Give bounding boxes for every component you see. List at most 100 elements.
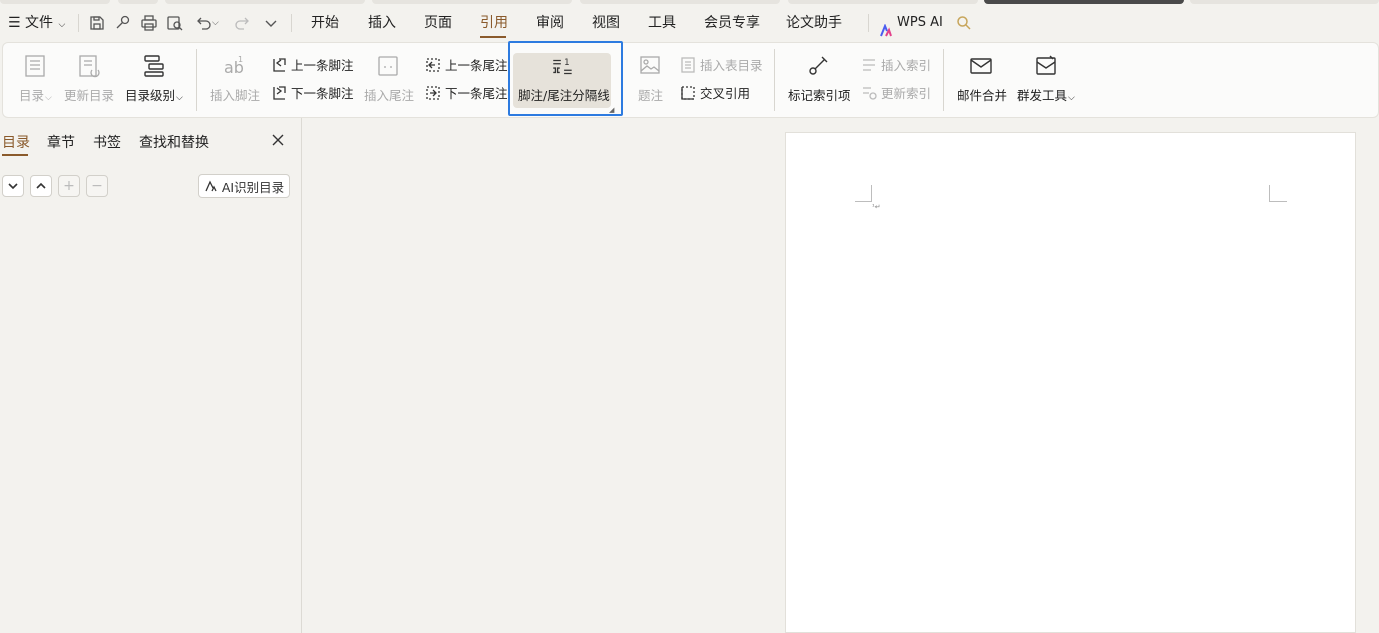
menu-bar: ☰ 文件 ⌵ ⌵ 开始 插入 页面 引用 审阅 视图 工具 会员专享 论文助手 … [0,4,1379,42]
paragraph-mark: ¹↵ [872,203,881,211]
insert-index-icon [860,56,878,74]
redo-icon[interactable] [234,14,252,32]
divider [196,49,197,111]
nav-tab-chapters[interactable]: 章节 [47,132,75,152]
file-menu[interactable]: ☰ 文件 ⌵ [8,4,65,42]
toc-level-icon [141,53,167,79]
insert-footnote-button[interactable]: 插入脚注 [210,85,260,104]
divider [774,49,775,111]
plus-icon: + [63,178,75,194]
active-tab-underline [480,36,506,38]
tab-review[interactable]: 审阅 [536,4,564,42]
update-toc-icon [76,53,102,79]
mail-merge-button[interactable]: 邮件合并 [957,85,1007,104]
next-footnote-label: 下一条脚注 [291,86,354,101]
next-footnote-icon [270,84,288,102]
update-index-label: 更新索引 [881,86,932,101]
tab-insert[interactable]: 插入 [368,4,396,42]
update-index-icon [860,84,878,102]
format-painter-icon[interactable] [114,14,132,32]
mail-merge-icon [968,53,994,79]
cross-reference-icon [679,84,697,102]
print-preview-icon[interactable] [166,14,184,32]
customize-chevron-icon[interactable] [262,14,280,32]
insert-footnote-icon: ab 1 [221,53,247,79]
undo-icon[interactable] [194,14,212,32]
minus-icon: − [91,178,103,194]
nav-tab-find-replace[interactable]: 查找和替换 [139,132,209,152]
file-menu-label: 文件 [25,15,54,31]
footnote-separator-button[interactable]: 脚注/尾注分隔线 [518,85,610,104]
save-icon[interactable] [88,14,106,32]
collapse-down-button[interactable] [2,175,24,197]
margin-corner-top-left [855,185,872,202]
mark-index-button[interactable]: 标记索引项 [788,85,851,104]
ribbon-toolbar [2,42,1379,118]
remove-heading-button[interactable]: − [86,175,108,197]
nav-tab-toc[interactable]: 目录 [2,132,30,152]
add-heading-button[interactable]: + [58,175,80,197]
bulk-send-button[interactable]: 群发工具⌵ [1017,85,1075,104]
nav-tab-bookmarks[interactable]: 书签 [93,132,121,152]
next-endnote-icon [424,84,442,102]
wps-ai-label: WPS AI [897,15,943,30]
divider [943,49,944,111]
next-footnote-button[interactable]: 下一条脚注 [270,83,354,102]
toc-button[interactable]: 目录⌵ [19,85,52,104]
toc-level-button[interactable]: 目录级别⌵ [125,85,183,104]
tab-tools[interactable]: 工具 [648,4,676,42]
caption-button[interactable]: 题注 [638,85,663,104]
next-endnote-label: 下一条尾注 [445,86,508,101]
update-toc-button[interactable]: 更新目录 [64,85,114,104]
dialog-launcher-icon[interactable]: ◢ [609,106,614,114]
nav-tab-underline [2,154,28,156]
chevron-down-icon [8,183,18,190]
divider [868,14,869,32]
prev-footnote-button[interactable]: 上一条脚注 [270,55,354,74]
prev-footnote-label: 上一条脚注 [291,58,354,73]
insert-table-toc-button[interactable]: 插入表目录 [679,55,763,74]
ai-icon [204,179,218,193]
margin-corner-top-right [1269,185,1287,202]
wps-ai-button[interactable]: WPS AI [879,4,943,42]
cross-reference-button[interactable]: 交叉引用 [679,83,750,102]
next-endnote-button[interactable]: 下一条尾注 [424,83,508,102]
document-page[interactable]: ¹↵ [785,132,1356,633]
chevron-up-icon [36,182,46,189]
insert-index-button[interactable]: 插入索引 [860,55,931,74]
wps-ai-logo-icon [879,16,893,36]
tab-member[interactable]: 会员专享 [704,4,760,42]
tab-page[interactable]: 页面 [424,4,452,42]
tab-thesis-assistant[interactable]: 论文助手 [786,4,842,42]
update-index-button[interactable]: 更新索引 [860,83,931,102]
cross-reference-label: 交叉引用 [700,86,751,101]
insert-endnote-icon [375,53,401,79]
print-icon[interactable] [140,14,158,32]
table-toc-icon [679,56,697,74]
chevron-down-icon: ⌵ [58,20,66,30]
insert-index-label: 插入索引 [881,58,932,73]
navigation-pane: 目录 章节 书签 查找和替换 + − AI识别目录 [0,118,302,633]
bulk-send-icon [1033,53,1059,79]
footnote-separator-icon: 1 [550,54,574,78]
ai-recognize-toc-label: AI识别目录 [221,179,285,195]
svg-text:1: 1 [238,55,243,64]
tab-view[interactable]: 视图 [592,4,620,42]
prev-footnote-icon [270,56,288,74]
collapse-up-button[interactable] [30,175,52,197]
caption-icon [637,53,663,79]
prev-endnote-icon [424,56,442,74]
hamburger-icon: ☰ [8,15,21,31]
svg-text:1: 1 [564,58,570,68]
prev-endnote-button[interactable]: 上一条尾注 [424,55,508,74]
ai-recognize-toc-button[interactable]: AI识别目录 [198,174,290,198]
close-icon[interactable] [270,132,286,148]
toc-icon [22,53,48,79]
search-icon[interactable] [955,14,971,32]
insert-endnote-button[interactable]: 插入尾注 [364,85,414,104]
divider [291,14,292,32]
tab-start[interactable]: 开始 [311,4,339,42]
undo-dropdown-icon[interactable]: ⌵ [212,14,222,32]
divider [78,14,79,32]
insert-table-toc-label: 插入表目录 [700,58,763,73]
